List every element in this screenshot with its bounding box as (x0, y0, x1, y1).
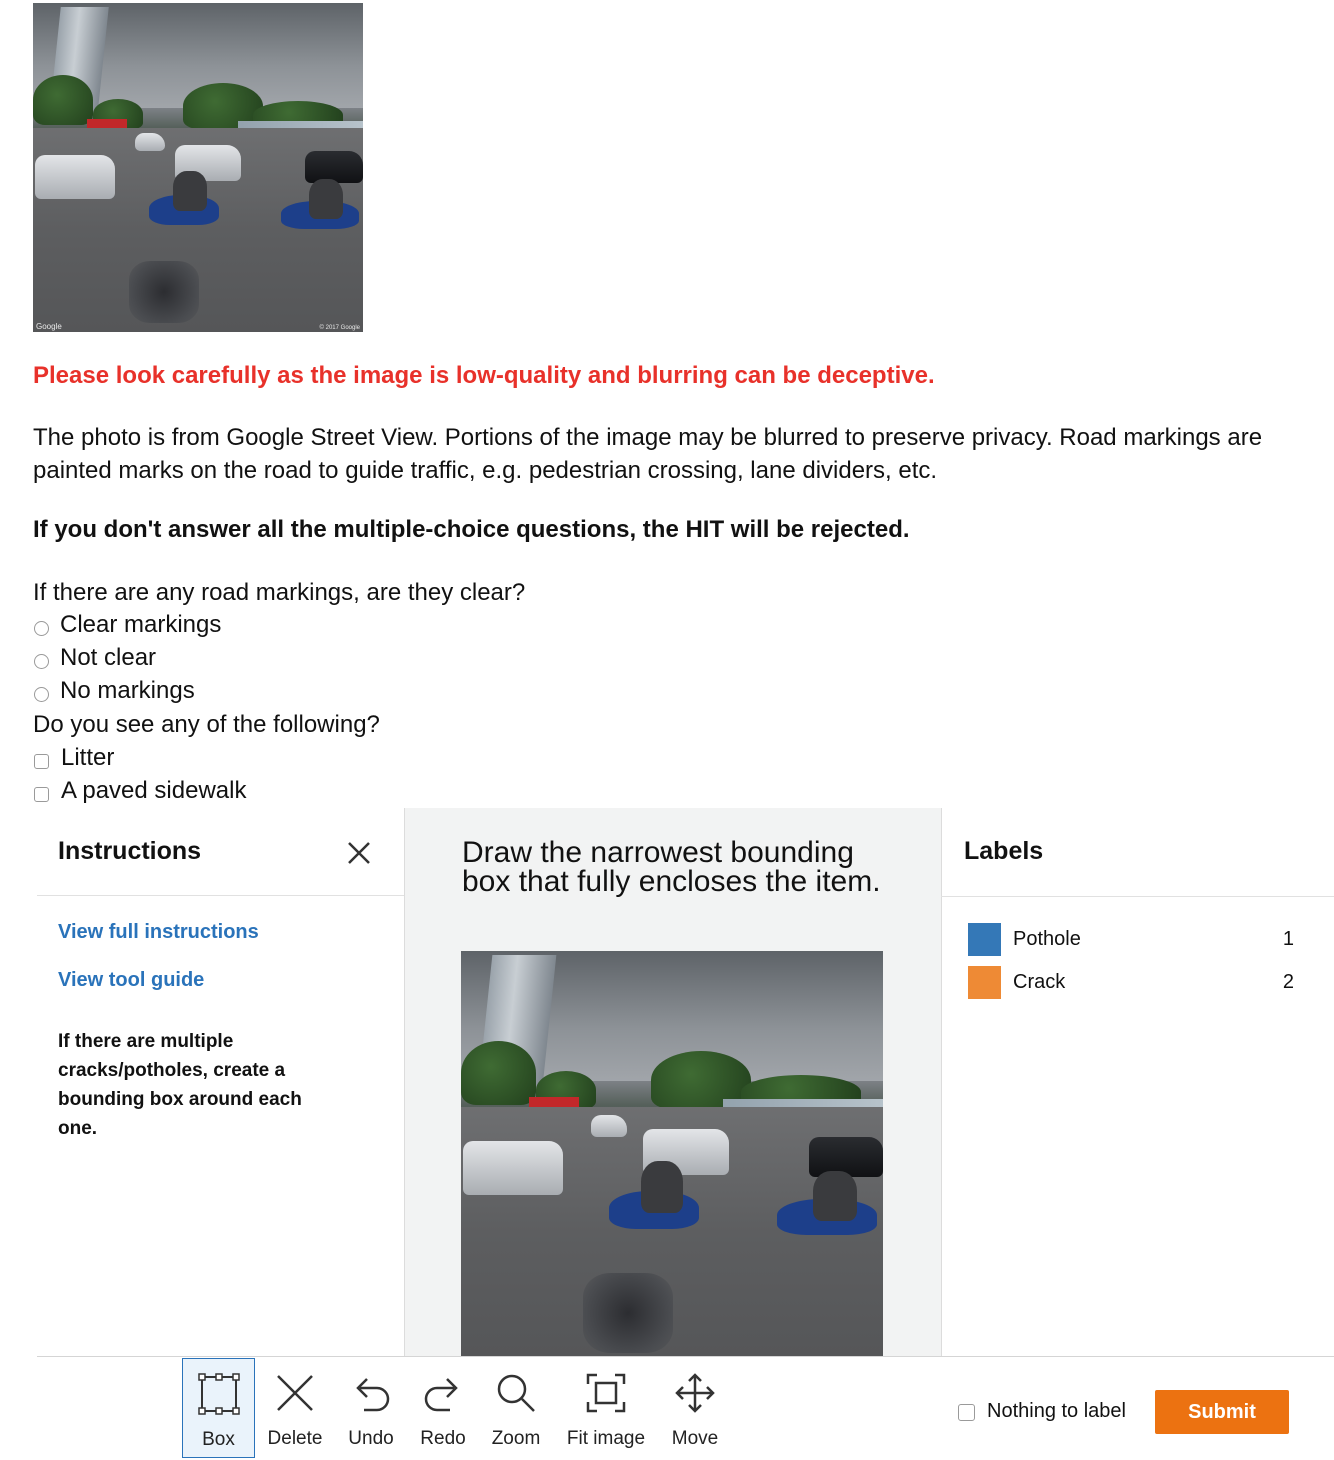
checkbox[interactable] (34, 786, 49, 802)
photo-watermark-left: Google (36, 322, 62, 331)
description-text: The photo is from Google Street View. Po… (33, 424, 1263, 484)
radio-button[interactable] (34, 686, 49, 702)
radio-button[interactable] (34, 620, 49, 636)
delete-tool-button[interactable]: Delete (264, 1358, 326, 1458)
instructions-title: Instructions (58, 837, 202, 865)
toolbar-divider (37, 1356, 1334, 1357)
undo-tool-button[interactable]: Undo (344, 1358, 398, 1458)
tool-label: Fit image (566, 1428, 646, 1449)
move-tool-button[interactable]: Move (668, 1358, 722, 1458)
checkbox[interactable] (34, 753, 49, 769)
option-label: No markings (60, 677, 195, 704)
redo-icon (424, 1378, 458, 1412)
annotation-image[interactable] (461, 951, 883, 1357)
label-hotkey: 2 (1282, 971, 1294, 993)
zoom-tool-button[interactable]: Zoom (488, 1358, 544, 1458)
rejection-notice: If you don't answer all the multiple-cho… (33, 516, 910, 543)
option-litter[interactable]: Litter (34, 744, 114, 772)
fit-image-icon (586, 1373, 626, 1413)
option-label: Clear markings (60, 611, 222, 638)
label-pothole[interactable]: Pothole 1 (968, 923, 1294, 956)
labels-divider (941, 896, 1334, 897)
instructions-divider (37, 895, 404, 896)
question-following-items: Do you see any of the following? (33, 711, 380, 738)
zoom-icon (497, 1374, 535, 1412)
street-view-photo: Google © 2017 Google (33, 3, 363, 332)
photo-watermark-right: © 2017 Google (319, 325, 360, 331)
option-label: A paved sidewalk (61, 777, 247, 804)
move-icon (675, 1373, 715, 1413)
warning-text: Please look carefully as the image is lo… (33, 362, 935, 389)
question-road-markings: If there are any road markings, are they… (33, 579, 526, 606)
close-instructions-button[interactable] (346, 840, 372, 866)
task-prompt: Draw the narrowest bounding box that ful… (462, 836, 881, 898)
label-crack[interactable]: Crack 2 (968, 966, 1294, 999)
option-label: Litter (61, 744, 115, 771)
label-color-swatch (968, 923, 1001, 956)
nothing-to-label-checkbox[interactable] (958, 1404, 975, 1421)
label-name: Crack (1013, 971, 1066, 993)
submit-button[interactable]: Submit (1155, 1390, 1289, 1434)
option-no-markings[interactable]: No markings (34, 677, 195, 705)
box-icon (197, 1373, 240, 1415)
tool-label: Delete (267, 1428, 323, 1449)
tool-label: Zoom (491, 1428, 541, 1449)
tool-label: Undo (348, 1428, 394, 1449)
nothing-to-label-toggle[interactable]: Nothing to label (958, 1400, 1126, 1423)
tool-label: Redo (420, 1428, 466, 1449)
option-clear-markings[interactable]: Clear markings (34, 611, 221, 639)
instructions-text: If there are multiple cracks/potholes, c… (58, 1031, 302, 1139)
labels-title: Labels (964, 837, 1044, 865)
tool-label: Move (671, 1428, 719, 1449)
label-hotkey: 1 (1282, 928, 1294, 950)
view-full-instructions-link[interactable]: View full instructions (58, 921, 259, 944)
label-color-swatch (968, 966, 1001, 999)
fit-image-tool-button[interactable]: Fit image (563, 1358, 649, 1458)
view-tool-guide-link[interactable]: View tool guide (58, 969, 204, 992)
option-label: Not clear (60, 644, 157, 671)
box-tool-button[interactable]: Box (182, 1358, 255, 1458)
close-icon (348, 842, 370, 864)
undo-icon (356, 1378, 390, 1412)
close-icon (277, 1375, 313, 1411)
nothing-to-label-text: Nothing to label (987, 1400, 1126, 1422)
option-paved-sidewalk[interactable]: A paved sidewalk (34, 777, 246, 805)
redo-tool-button[interactable]: Redo (416, 1358, 470, 1458)
tool-label: Box (202, 1429, 235, 1450)
option-not-clear[interactable]: Not clear (34, 644, 156, 672)
label-name: Pothole (1013, 928, 1081, 950)
radio-button[interactable] (34, 653, 49, 669)
